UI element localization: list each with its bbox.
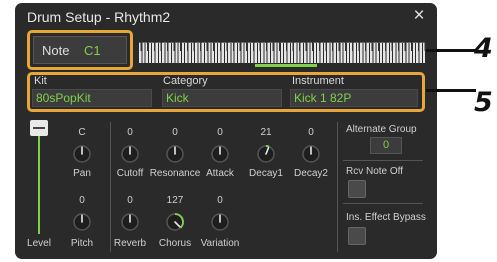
callout-4: 4 [474, 33, 493, 64]
attack-knob[interactable] [210, 144, 230, 164]
callout-5-line [426, 89, 476, 92]
divider [343, 160, 423, 161]
divider [337, 122, 338, 252]
decay2-value: 0 [308, 127, 314, 138]
pan-value: C [78, 127, 86, 138]
pan-label: Pan [73, 168, 91, 179]
pan-knob[interactable] [72, 144, 92, 164]
note-selector[interactable]: Note C1 [33, 36, 127, 64]
divider [343, 203, 423, 204]
resonance-value: 0 [172, 127, 178, 138]
alternate-group-label: Alternate Group [346, 124, 417, 135]
instrument-label: Instrument [292, 75, 344, 87]
knob-value-arc [265, 145, 270, 148]
decay1-knob[interactable] [256, 144, 276, 164]
variation-value: 0 [217, 195, 223, 206]
alternate-group-field[interactable]: 0 [370, 137, 402, 154]
dialog-title: Drum Setup - Rhythm2 [27, 9, 171, 25]
title-bar: Drum Setup - Rhythm2 × [15, 3, 437, 33]
chorus-knob[interactable] [165, 212, 185, 232]
kit-label: Kit [34, 75, 47, 87]
pitch-knob[interactable] [72, 212, 92, 232]
category-label: Category [163, 75, 208, 87]
callout-4-line [426, 49, 476, 52]
pitch-label: Pitch [70, 238, 94, 249]
chorus-value: 127 [166, 195, 184, 206]
keyboard-range-indicator [255, 64, 317, 67]
category-selector[interactable]: Kick [162, 89, 282, 107]
variation-label: Variation [200, 238, 240, 249]
instrument-selector[interactable]: Kick 1 82P [290, 89, 418, 107]
kit-selector[interactable]: 80sPopKit [32, 89, 152, 107]
reverb-knob[interactable] [120, 212, 140, 232]
variation-knob[interactable] [210, 212, 230, 232]
level-slider-handle[interactable] [30, 120, 48, 136]
callout-5: 5 [474, 87, 493, 118]
rcv-note-off-label: Rcv Note Off [346, 166, 404, 177]
decay1-value: 21 [260, 127, 272, 138]
pitch-value: 0 [79, 195, 85, 206]
reverb-value: 0 [127, 195, 133, 206]
decay2-label: Decay2 [294, 168, 328, 179]
keyboard-black-keys [139, 42, 426, 51]
ins-effect-bypass-label: Ins. Effect Bypass [346, 212, 426, 223]
note-label: Note [42, 43, 70, 58]
decay2-knob[interactable] [301, 144, 321, 164]
ins-effect-bypass-checkbox[interactable] [348, 227, 366, 245]
resonance-knob[interactable] [165, 144, 185, 164]
note-value: C1 [84, 43, 101, 58]
rcv-note-off-checkbox[interactable] [348, 180, 366, 198]
level-slider-track[interactable] [38, 130, 40, 234]
attack-value: 0 [217, 127, 223, 138]
cutoff-knob[interactable] [120, 144, 140, 164]
cutoff-value: 0 [127, 127, 133, 138]
close-icon[interactable]: × [409, 6, 429, 26]
divider [110, 122, 111, 252]
